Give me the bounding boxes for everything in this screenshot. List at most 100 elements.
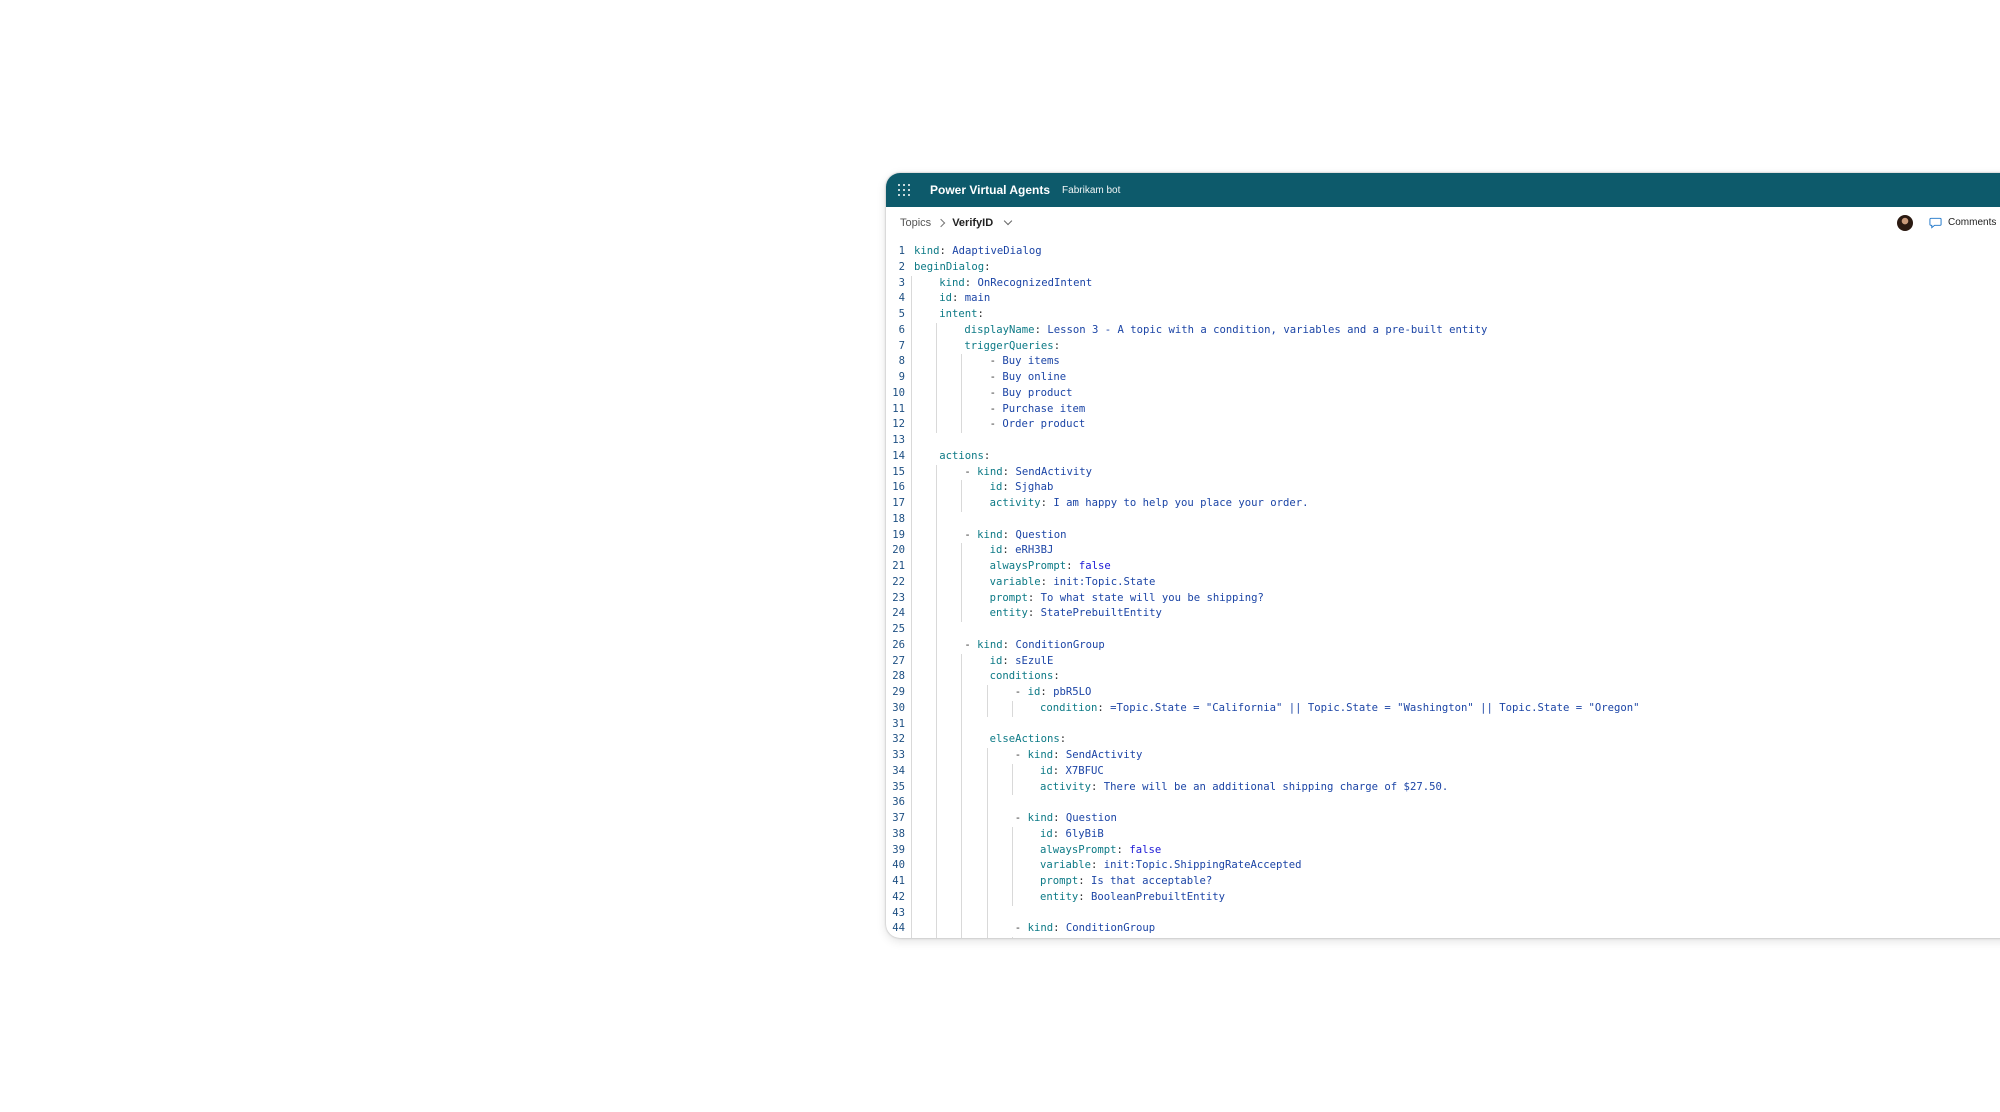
yaml-key: condition — [1040, 701, 1098, 714]
code-text: triggerQueries: — [964, 339, 1060, 354]
yaml-key: kind — [939, 276, 965, 289]
line-number: 10 — [892, 386, 905, 399]
chevron-right-icon — [936, 218, 946, 228]
line-number: 44 — [892, 922, 905, 935]
code-text: - id: pbR5LO — [1015, 685, 1092, 700]
yaml-key: id — [1040, 827, 1053, 840]
colon: : — [1027, 607, 1041, 620]
line-number: 8 — [898, 355, 905, 368]
comments-button[interactable]: Comments — [1929, 216, 1996, 229]
yaml-value: Buy product — [1002, 386, 1073, 399]
list-dash: - — [989, 386, 1003, 399]
code-text: activity: There will be an additional sh… — [1040, 780, 1448, 795]
code-text: conditions: — [990, 669, 1060, 684]
breadcrumb-topics-link[interactable]: Topics — [900, 217, 931, 229]
line-number: 45 — [886, 937, 905, 938]
app-window: Power Virtual Agents Fabrikam bot Topics… — [886, 173, 2000, 938]
yaml-value: main — [964, 292, 991, 305]
yaml-value: BooleanPrebuiltEntity — [1091, 890, 1225, 903]
code-text: id: main — [939, 291, 990, 306]
line-number: 1 — [898, 245, 905, 257]
code-text: - kind: ConditionGroup — [1015, 921, 1155, 936]
code-text: alwaysPrompt: false — [1040, 843, 1161, 858]
waffle-grid-icon[interactable] — [898, 184, 910, 196]
indent-guide — [986, 748, 988, 938]
colon: : — [1052, 827, 1066, 840]
indent-guide — [936, 322, 938, 433]
yaml-value: false — [1129, 843, 1162, 856]
line-number: 31 — [892, 717, 905, 730]
code-text: kind: AdaptiveDialog — [914, 244, 1042, 259]
breadcrumb-current-topic: VerifyID — [952, 217, 994, 229]
code-text: intent: — [939, 307, 984, 322]
indent-guide — [961, 543, 963, 622]
yaml-value: There will be an additional shipping cha… — [1103, 780, 1449, 793]
code-text: condition: =Topic.State = "California" |… — [1040, 701, 1640, 716]
line-number: 43 — [892, 906, 905, 919]
list-dash: - — [964, 638, 978, 651]
line-number: 22 — [892, 575, 905, 588]
colon: : — [1002, 465, 1016, 478]
colon: : — [1002, 544, 1016, 557]
yaml-code-editor[interactable]: 1 kind: AdaptiveDialog 2 beginDialog: 3 kind:… — [886, 240, 2000, 938]
avatar[interactable] — [1897, 215, 1913, 231]
yaml-key: kind — [977, 638, 1003, 651]
line-number: 11 — [892, 402, 905, 415]
line-number: 14 — [892, 449, 905, 462]
chevron-down-icon[interactable] — [1003, 216, 1013, 226]
code-text: id: 0BP57D — [1040, 937, 1104, 938]
colon: : — [1097, 701, 1111, 714]
colon: : — [1053, 339, 1061, 352]
bot-name: Fabrikam bot — [1062, 184, 1121, 196]
code-text: - kind: SendActivity — [1015, 748, 1143, 763]
line-number: 25 — [892, 623, 905, 635]
yaml-value: =Topic.State = "California" || Topic.Sta… — [1110, 701, 1640, 714]
line-number: 33 — [892, 749, 905, 761]
yaml-key: entity — [1040, 890, 1079, 903]
colon: : — [951, 292, 965, 305]
line-number: 16 — [892, 481, 905, 494]
line-number: 23 — [892, 591, 905, 604]
line-number: 6 — [898, 323, 905, 336]
yaml-key: prompt — [1040, 875, 1079, 887]
line-number: 12 — [892, 418, 905, 431]
colon: : — [1078, 875, 1092, 887]
line-number: 35 — [892, 780, 905, 793]
line-number: 42 — [892, 890, 905, 903]
yaml-key: id — [939, 292, 952, 305]
colon: : — [1059, 733, 1067, 746]
code-text: kind: OnRecognizedIntent — [939, 276, 1092, 291]
yaml-value: Buy online — [1002, 371, 1067, 383]
line-number: 5 — [898, 308, 905, 320]
yaml-value: OnRecognizedIntent — [977, 276, 1093, 289]
line-number: 20 — [892, 544, 905, 557]
app-title[interactable]: Power Virtual Agents — [930, 183, 1050, 197]
yaml-key: id — [989, 544, 1003, 557]
indent-guide — [961, 480, 963, 512]
line-number: 28 — [892, 670, 905, 683]
yaml-value: StatePrebuiltEntity — [1040, 607, 1162, 620]
yaml-key: variable — [1040, 859, 1092, 872]
code-text: - Purchase item — [990, 402, 1086, 417]
line-number: 39 — [892, 843, 905, 856]
code-text: activity: I am happy to help you place y… — [990, 496, 1309, 511]
yaml-key: elseActions — [989, 733, 1060, 746]
code-text: variable: init:Topic.ShippingRateAccepte… — [1040, 858, 1302, 873]
colon: : — [984, 260, 991, 273]
list-dash: - — [1014, 749, 1028, 761]
code-text: - Buy online — [990, 370, 1067, 385]
list-dash: - — [1014, 686, 1028, 698]
colon: : — [1002, 654, 1016, 667]
line-number: 18 — [892, 512, 905, 525]
yaml-key: kind — [1027, 922, 1054, 935]
line-number: 34 — [892, 764, 905, 777]
colon: : — [1053, 922, 1066, 935]
yaml-key: id — [989, 654, 1003, 667]
code-text: beginDialog: — [914, 260, 991, 275]
code-text: - kind: Question — [1015, 811, 1117, 826]
code-text: prompt: To what state will you be shippi… — [990, 591, 1264, 606]
code-text: alwaysPrompt: false — [990, 559, 1111, 574]
colon: : — [983, 449, 991, 462]
line-number: 9 — [898, 371, 905, 383]
colon: : — [1053, 670, 1060, 683]
